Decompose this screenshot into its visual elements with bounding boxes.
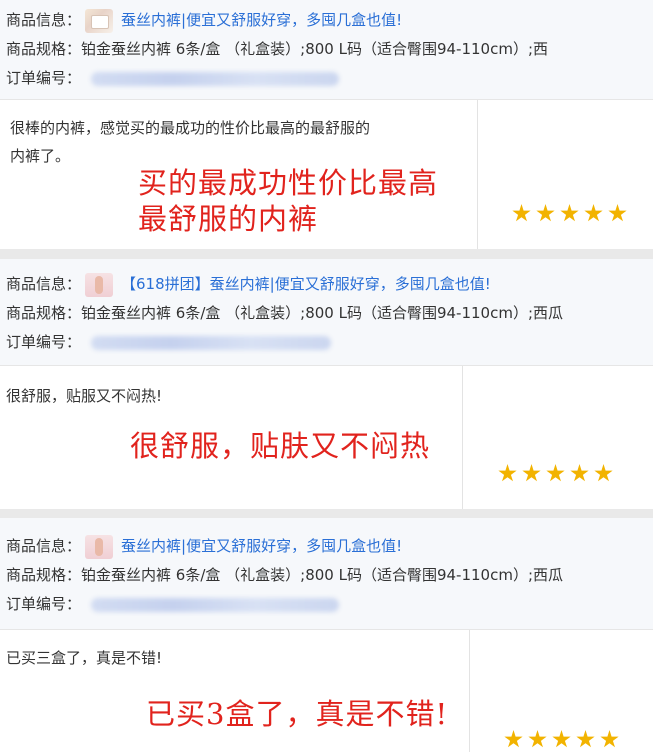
order-info-panel: 商品信息： 蚕丝内裤|便宜又舒服好穿，多囤几盒也值! 商品规格： 铂金蚕丝内裤 … <box>0 0 653 100</box>
review-text-line: 很棒的内裤，感觉买的最成功的性价比最高的最舒服的 <box>10 119 371 137</box>
review-text: 很棒的内裤，感觉买的最成功的性价比最高的最舒服的 内裤了。 <box>10 114 370 170</box>
order-no-redacted <box>91 597 340 612</box>
star-icon <box>498 464 517 482</box>
product-spec-row: 商品规格： 铂金蚕丝内裤 6条/盒 （礼盒装）;800 L码（适合臀围94-11… <box>6 35 653 64</box>
product-spec-value: 铂金蚕丝内裤 6条/盒 （礼盒装）;800 L码（适合臀围94-110cm）;西… <box>81 304 564 322</box>
product-spec-label: 商品规格： <box>6 304 82 322</box>
order-no-label: 订单编号： <box>6 595 82 613</box>
review-content: 已买三盒了，真是不错! 已买3盒了，真是不错! <box>0 630 470 752</box>
gift-box-image[interactable] <box>85 8 114 33</box>
product-spec-row: 商品规格： 铂金蚕丝内裤 6条/盒 （礼盒装）;800 L码（适合臀围94-11… <box>6 299 653 328</box>
product-title-link[interactable]: 蚕丝内裤|便宜又舒服好穿，多囤几盒也值! <box>121 6 402 35</box>
review-card: 商品信息： 【618拼团】蚕丝内裤|便宜又舒服好穿，多囤几盒也值! 商品规格： … <box>0 259 653 509</box>
order-info-panel: 商品信息： 蚕丝内裤|便宜又舒服好穿，多囤几盒也值! 商品规格： 铂金蚕丝内裤 … <box>0 518 653 630</box>
annotation-line: 买的最成功性价比最高 <box>138 166 439 200</box>
order-info-panel: 商品信息： 【618拼团】蚕丝内裤|便宜又舒服好穿，多囤几盒也值! 商品规格： … <box>0 259 653 366</box>
product-info-row: 商品信息： 蚕丝内裤|便宜又舒服好穿，多囤几盒也值! <box>6 532 653 561</box>
review-body: 已买三盒了，真是不错! 已买3盒了，真是不错! <box>0 630 653 752</box>
star-icon <box>536 204 555 222</box>
star-icon <box>584 204 603 222</box>
annotation-text: 买的最成功性价比最高 最舒服的内裤 <box>138 165 438 237</box>
product-spec-label: 商品规格： <box>6 566 82 584</box>
annotation-text: 很舒服，贴肤又不闷热 <box>130 428 430 464</box>
star-icon <box>512 204 531 222</box>
star-icon <box>560 204 579 222</box>
star-icon <box>570 464 589 482</box>
product-title-link[interactable]: 【618拼团】蚕丝内裤|便宜又舒服好穿，多囤几盒也值! <box>121 270 491 299</box>
order-no-label: 订单编号： <box>6 333 82 351</box>
product-info-label: 商品信息： <box>6 537 82 555</box>
annotation-line: 很舒服，贴肤又不闷热 <box>130 429 431 463</box>
star-icon <box>528 730 547 748</box>
star-icon <box>552 730 571 748</box>
review-content: 很舒服，贴服又不闷热! 很舒服，贴肤又不闷热 <box>0 366 463 509</box>
review-card: 商品信息： 蚕丝内裤|便宜又舒服好穿，多囤几盒也值! 商品规格： 铂金蚕丝内裤 … <box>0 518 653 752</box>
product-info-row: 商品信息： 蚕丝内裤|便宜又舒服好穿，多囤几盒也值! <box>6 6 653 35</box>
order-no-row: 订单编号： <box>6 590 653 619</box>
review-body: 很棒的内裤，感觉买的最成功的性价比最高的最舒服的 内裤了。 买的最成功性价比最高… <box>0 100 653 249</box>
star-rating <box>504 730 619 749</box>
product-spec-label: 商品规格： <box>6 40 82 58</box>
review-text-line: 很舒服，贴服又不闷热! <box>6 387 163 405</box>
order-no-label: 订单编号： <box>6 69 82 87</box>
order-no-redacted <box>91 71 340 86</box>
annotation-line: 已买3盒了，真是不错! <box>146 697 449 731</box>
star-rating <box>498 464 613 483</box>
star-icon <box>522 464 541 482</box>
review-body: 很舒服，贴服又不闷热! 很舒服，贴肤又不闷热 <box>0 366 653 509</box>
star-icon <box>576 730 595 748</box>
order-no-redacted <box>91 335 332 350</box>
review-text: 很舒服，贴服又不闷热! <box>6 382 162 410</box>
star-icon <box>504 730 523 748</box>
product-info-label: 商品信息： <box>6 11 82 29</box>
annotation-text: 已买3盒了，真是不错! <box>146 696 448 732</box>
order-no-row: 订单编号： <box>6 64 653 93</box>
product-spec-value: 铂金蚕丝内裤 6条/盒 （礼盒装）;800 L码（适合臀围94-110cm）;西… <box>81 566 564 584</box>
star-rating <box>512 204 627 223</box>
model-photo[interactable] <box>85 534 114 559</box>
order-no-row: 订单编号： <box>6 328 653 357</box>
review-text: 已买三盒了，真是不错! <box>6 644 162 672</box>
star-icon <box>608 204 627 222</box>
review-text-line: 已买三盒了，真是不错! <box>6 649 163 667</box>
review-content: 很棒的内裤，感觉买的最成功的性价比最高的最舒服的 内裤了。 买的最成功性价比最高… <box>0 100 478 249</box>
star-icon <box>600 730 619 748</box>
product-spec-row: 商品规格： 铂金蚕丝内裤 6条/盒 （礼盒装）;800 L码（适合臀围94-11… <box>6 561 653 590</box>
product-spec-value: 铂金蚕丝内裤 6条/盒 （礼盒装）;800 L码（适合臀围94-110cm）;西 <box>81 40 549 58</box>
star-icon <box>594 464 613 482</box>
product-info-label: 商品信息： <box>6 275 82 293</box>
product-info-row: 商品信息： 【618拼团】蚕丝内裤|便宜又舒服好穿，多囤几盒也值! <box>6 270 653 299</box>
product-title-link[interactable]: 蚕丝内裤|便宜又舒服好穿，多囤几盒也值! <box>121 532 402 561</box>
star-icon <box>546 464 565 482</box>
model-photo[interactable] <box>85 272 114 297</box>
review-card: 商品信息： 蚕丝内裤|便宜又舒服好穿，多囤几盒也值! 商品规格： 铂金蚕丝内裤 … <box>0 0 653 249</box>
annotation-line: 最舒服的内裤 <box>138 202 319 236</box>
